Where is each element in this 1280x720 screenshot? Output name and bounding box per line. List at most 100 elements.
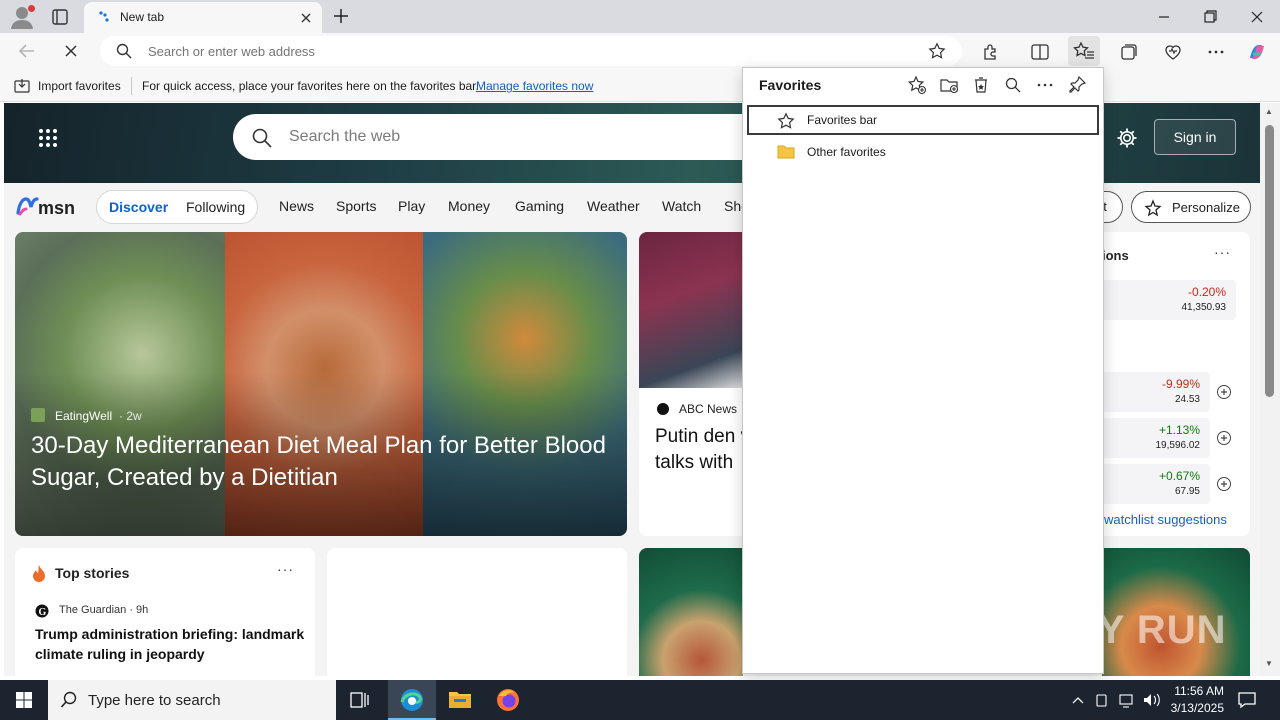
tab-following[interactable]: Following — [186, 199, 245, 215]
stock-row[interactable]: +1.13% 19,596.02 — [1102, 418, 1210, 458]
top-stories-card: Top stories ··· G The Guardian · 9h Trum… — [15, 548, 315, 676]
add-page-to-favorites-icon[interactable] — [907, 75, 927, 95]
stock-change: +0.67% — [1158, 469, 1200, 483]
other-favorites-folder[interactable]: Other favorites — [747, 137, 1099, 167]
stock-value: 19,596.02 — [1155, 440, 1201, 451]
nav-gaming[interactable]: Gaming — [515, 198, 564, 214]
more-options-icon[interactable]: ··· — [277, 561, 294, 577]
svg-text:msn: msn — [38, 198, 75, 218]
split-screen-icon[interactable] — [1028, 40, 1052, 64]
nav-weather[interactable]: Weather — [587, 198, 640, 214]
import-favorites-button[interactable]: Import favorites — [38, 79, 121, 93]
address-bar[interactable] — [100, 36, 962, 66]
stock-row[interactable]: +0.67% 67.95 — [1102, 464, 1210, 504]
app-launcher-icon[interactable] — [38, 128, 58, 148]
manage-favorites-link[interactable]: Manage favorites now — [476, 79, 593, 93]
settings-gear-icon[interactable] — [1116, 127, 1138, 149]
feed-toggle: Discover Following — [96, 190, 258, 224]
hero-article-card[interactable]: EatingWell · 2w 30-Day Mediterranean Die… — [15, 232, 627, 536]
tab-new-tab[interactable]: New tab — [84, 2, 322, 33]
more-menu-icon[interactable] — [1204, 40, 1228, 64]
article-title[interactable]: Trump administration briefing: landmark … — [35, 624, 305, 664]
news-article-card[interactable]: ABC News Putin den victory ah talks with — [639, 232, 743, 536]
personalize-button[interactable]: Personalize — [1131, 191, 1251, 223]
favorites-button-active[interactable] — [1068, 36, 1100, 66]
add-folder-icon[interactable] — [939, 75, 959, 95]
add-favorite-star-icon[interactable] — [928, 42, 946, 60]
add-to-watchlist-icon[interactable] — [1216, 384, 1232, 400]
new-tab-icon[interactable] — [330, 5, 352, 27]
sign-in-button[interactable]: Sign in — [1154, 119, 1236, 155]
news-photo — [639, 232, 743, 388]
pin-icon[interactable] — [1067, 75, 1087, 95]
stock-row[interactable]: -9.99% 24.53 — [1102, 372, 1210, 412]
food-photo-card[interactable] — [639, 548, 743, 676]
tab-actions-icon[interactable] — [48, 6, 72, 28]
scroll-thumb[interactable] — [1265, 125, 1274, 397]
search-favorites-icon[interactable] — [1003, 75, 1023, 95]
clock-time[interactable]: 11:56 AM — [1168, 684, 1224, 698]
edge-taskbar-icon[interactable] — [388, 680, 436, 720]
nav-watch[interactable]: Watch — [662, 198, 701, 214]
article-title[interactable]: 30-Day Mediterranean Diet Meal Plan for … — [31, 430, 611, 494]
web-search-placeholder: Search the web — [289, 128, 401, 145]
tab-discover[interactable]: Discover — [109, 199, 168, 215]
favorites-panel: Favorites Favorites bar Other favorites — [742, 67, 1104, 674]
article-title[interactable]: Putin den victory ah talks with — [655, 424, 743, 476]
add-to-watchlist-icon[interactable] — [1216, 430, 1232, 446]
msn-logo[interactable]: msn — [16, 193, 80, 219]
taskbar-search-box[interactable]: Type here to search — [48, 680, 336, 720]
address-input[interactable] — [148, 40, 888, 62]
favorites-panel-title: Favorites — [759, 77, 822, 93]
divider — [131, 77, 132, 95]
vertical-scrollbar[interactable]: ▲ ▼ — [1260, 103, 1280, 676]
nav-sports[interactable]: Sports — [336, 198, 376, 214]
restore-icon[interactable] — [1198, 6, 1222, 28]
extensions-icon[interactable] — [979, 40, 1003, 64]
import-favorites-icon[interactable] — [14, 78, 30, 94]
notifications-icon[interactable] — [1236, 689, 1258, 711]
widget-title: ions — [1102, 248, 1129, 263]
favorites-bar-message: For quick access, place your favorites h… — [142, 79, 479, 93]
notification-dot — [28, 5, 35, 12]
firefox-icon[interactable] — [484, 680, 532, 720]
article-source: ABC News — [679, 402, 738, 416]
windows-taskbar: Type here to search 11:56 AM 3/13/2025 — [0, 680, 1280, 720]
scroll-up-arrow-icon[interactable]: ▲ — [1265, 107, 1273, 116]
clock-date[interactable]: 3/13/2025 — [1164, 701, 1224, 715]
tab-title: New tab — [120, 10, 165, 24]
minimize-icon[interactable] — [1152, 6, 1176, 28]
svg-text:G: G — [39, 607, 47, 618]
back-arrow-icon[interactable] — [16, 40, 38, 62]
article-source: EatingWell — [55, 409, 113, 423]
scroll-down-arrow-icon[interactable]: ▼ — [1265, 659, 1273, 668]
watchlist-widget: ions ··· -0.20% 41,350.93 -9.99% 24.53 +… — [1102, 232, 1250, 536]
nav-money[interactable]: Money — [448, 198, 490, 214]
watchlist-suggestions-link[interactable]: watchlist suggestions — [1104, 512, 1227, 527]
task-view-icon[interactable] — [348, 688, 372, 712]
windows-start-icon[interactable] — [0, 680, 48, 720]
close-tab-icon[interactable] — [298, 10, 314, 26]
browser-essentials-icon[interactable] — [1161, 40, 1185, 64]
delete-favorites-icon[interactable] — [971, 75, 991, 95]
star-icon — [777, 112, 795, 130]
nav-news[interactable]: News — [279, 198, 314, 214]
copilot-icon[interactable] — [1245, 40, 1269, 64]
personalize-label: Personalize — [1172, 200, 1240, 215]
more-options-icon[interactable]: ··· — [1214, 244, 1231, 260]
empty-card — [327, 548, 627, 676]
stock-change: +1.13% — [1158, 423, 1200, 437]
browser-toolbar — [0, 33, 1280, 70]
favorites-bar-folder[interactable]: Favorites bar — [747, 105, 1099, 135]
collections-icon[interactable] — [1117, 40, 1141, 64]
search-icon — [252, 128, 272, 148]
file-explorer-icon[interactable] — [436, 680, 484, 720]
nav-play[interactable]: Play — [398, 198, 425, 214]
stop-loading-icon[interactable] — [60, 40, 82, 62]
more-options-icon[interactable] — [1035, 75, 1055, 95]
web-search-box[interactable]: Search the web — [233, 114, 793, 160]
stock-row[interactable]: -0.20% 41,350.93 — [1102, 280, 1236, 320]
guardian-logo-icon: G — [35, 604, 49, 618]
add-to-watchlist-icon[interactable] — [1216, 476, 1232, 492]
close-window-icon[interactable] — [1245, 6, 1269, 28]
